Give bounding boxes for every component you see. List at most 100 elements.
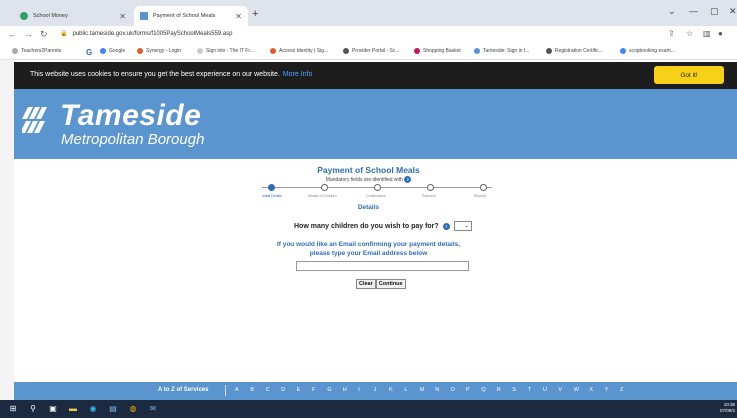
bookmark-item[interactable]: Google xyxy=(100,48,125,54)
help-icon: ? xyxy=(404,176,412,183)
tab-school-money[interactable]: School Money ✕ xyxy=(14,6,132,26)
step-receipt xyxy=(480,184,487,191)
synergy-icon xyxy=(137,48,143,54)
task-view-icon[interactable]: ▣ xyxy=(48,404,58,414)
a-to-z-letter-l[interactable]: L xyxy=(404,387,407,393)
edge-icon[interactable]: ◉ xyxy=(88,404,98,414)
bookmark-item[interactable]: Shopping Basket xyxy=(414,48,461,54)
a-to-z-letter-x[interactable]: X xyxy=(589,387,593,393)
email-field[interactable] xyxy=(296,261,469,271)
bookmarks-bar: Teachers2Parents G Google Synergy - Logi… xyxy=(0,44,737,60)
step-details-of-children xyxy=(321,184,328,191)
a-to-z-letter-b[interactable]: B xyxy=(250,387,254,393)
a-to-z-letter-a[interactable]: A xyxy=(235,387,239,393)
profile-icon[interactable]: ● xyxy=(718,29,723,38)
maximize-icon[interactable]: ▢ xyxy=(710,6,719,17)
a-to-z-letter-e[interactable]: E xyxy=(297,387,301,393)
step-label: Receipt xyxy=(474,194,486,198)
a-to-z-letter-t[interactable]: T xyxy=(528,387,531,393)
a-to-z-letter-s[interactable]: S xyxy=(512,387,516,393)
children-question-label: How many children do you wish to pay for… xyxy=(294,222,439,230)
a-to-z-letter-h[interactable]: H xyxy=(343,387,347,393)
a-to-z-letter-c[interactable]: C xyxy=(266,387,270,393)
bookmark-item[interactable]: Tameside: Sign in t... xyxy=(474,48,529,54)
a-to-z-letter-f[interactable]: F xyxy=(312,387,315,393)
new-tab-button[interactable]: + xyxy=(252,8,258,20)
tab-payment-school-meals[interactable]: Payment of School Meals ✕ xyxy=(134,6,248,26)
a-to-z-letter-r[interactable]: R xyxy=(497,387,501,393)
tab-search-icon[interactable]: ⌄ xyxy=(668,6,676,17)
got-it-button[interactable]: Got it! xyxy=(654,66,724,84)
clear-button[interactable]: Clear xyxy=(356,279,376,289)
bookmark-item[interactable]: Sign into : The IT Fr... xyxy=(197,48,254,54)
children-question-row: How many children do you wish to pay for… xyxy=(294,221,472,231)
more-info-link[interactable]: More Info xyxy=(283,71,313,78)
divider xyxy=(225,385,226,396)
mail-icon[interactable]: ✉ xyxy=(148,404,158,414)
reload-icon[interactable]: ↻ xyxy=(40,29,48,40)
browser-tab-strip: School Money ✕ Payment of School Meals ✕… xyxy=(0,0,737,26)
form-buttons: Clear Continue xyxy=(356,279,406,289)
bookmark-item[interactable]: Registration Certific... xyxy=(546,48,603,54)
forward-icon[interactable]: → xyxy=(24,29,33,39)
file-explorer-icon[interactable]: ▬ xyxy=(68,404,78,414)
cookie-message: This website uses cookies to ensure you … xyxy=(30,71,313,78)
store-icon[interactable]: ▤ xyxy=(108,404,118,414)
back-icon[interactable]: ← xyxy=(8,29,17,39)
cookie-banner: This website uses cookies to ensure you … xyxy=(14,62,737,89)
a-to-z-letter-j[interactable]: J xyxy=(374,387,377,393)
a-to-z-letter-k[interactable]: K xyxy=(389,387,393,393)
page-icon xyxy=(197,48,203,54)
a-to-z-letter-u[interactable]: U xyxy=(543,387,547,393)
windows-start-icon[interactable]: ⊞ xyxy=(8,404,18,414)
step-payment xyxy=(427,184,434,191)
section-heading: Details xyxy=(357,204,380,211)
search-icon[interactable]: ⚲ xyxy=(28,404,38,414)
close-tab-icon[interactable]: ✕ xyxy=(119,12,126,21)
help-icon[interactable]: ? xyxy=(442,222,450,230)
minimize-icon[interactable]: — xyxy=(689,6,698,16)
a-to-z-letter-w[interactable]: W xyxy=(574,387,579,393)
left-margin xyxy=(0,60,14,400)
a-to-z-letter-q[interactable]: Q xyxy=(481,387,485,393)
step-label: Details of Children xyxy=(308,194,337,198)
chrome-icon[interactable]: ◍ xyxy=(128,404,138,414)
a-to-z-letter-d[interactable]: D xyxy=(281,387,285,393)
a-to-z-letter-z[interactable]: Z xyxy=(620,387,623,393)
share-icon[interactable]: ⇪ xyxy=(668,29,675,38)
bookmark-item[interactable]: G xyxy=(86,48,92,57)
close-tab-icon[interactable]: ✕ xyxy=(235,12,242,21)
globe-icon xyxy=(12,48,18,54)
logo-subtitle: Metropolitan Borough xyxy=(61,131,205,148)
children-count-select[interactable]: ⌄ xyxy=(453,221,472,231)
bookmark-item[interactable]: Access Identity | Sig... xyxy=(270,48,328,54)
email-instruction-line-2: please type your Email address below xyxy=(309,250,428,257)
registration-icon xyxy=(546,48,552,54)
sidebar-icon[interactable]: ▥ xyxy=(703,29,711,38)
a-to-z-title[interactable]: A to Z of Services xyxy=(158,387,208,393)
tab-label: Payment of School Meals xyxy=(153,13,216,19)
portal-icon xyxy=(343,48,349,54)
bookmark-item[interactable]: Teachers2Parents xyxy=(12,48,61,54)
basket-icon xyxy=(414,48,420,54)
form-title: Payment of School Meals xyxy=(317,165,420,175)
a-to-z-letter-v[interactable]: V xyxy=(558,387,562,393)
a-to-z-letter-y[interactable]: Y xyxy=(605,387,609,393)
bookmark-item[interactable]: Provider Portal - Sc... xyxy=(343,48,400,54)
a-to-z-letter-p[interactable]: P xyxy=(466,387,470,393)
a-to-z-letter-n[interactable]: N xyxy=(435,387,439,393)
a-to-z-letter-m[interactable]: M xyxy=(420,387,425,393)
bookmark-star-icon[interactable]: ☆ xyxy=(686,29,693,38)
close-window-icon[interactable]: ✕ xyxy=(729,6,737,17)
bookmark-item[interactable]: Synergy - Login xyxy=(137,48,181,54)
clock[interactable]: 10:36 07/09/2 xyxy=(720,402,735,414)
tameside-logo-icon[interactable] xyxy=(22,103,56,137)
url-field[interactable]: 🔒 public.tameside.gov.uk/forms/f1005PayS… xyxy=(60,30,232,38)
continue-button[interactable]: Continue xyxy=(375,279,406,289)
a-to-z-letter-g[interactable]: G xyxy=(327,387,331,393)
progress-stepper: Initial Details Details of Children Conf… xyxy=(262,183,492,201)
a-to-z-letter-i[interactable]: I xyxy=(358,387,360,393)
bookmark-item[interactable]: scopbooking exam... xyxy=(620,48,675,54)
clock-date: 07/09/2 xyxy=(719,408,735,413)
a-to-z-letter-o[interactable]: O xyxy=(451,387,455,393)
